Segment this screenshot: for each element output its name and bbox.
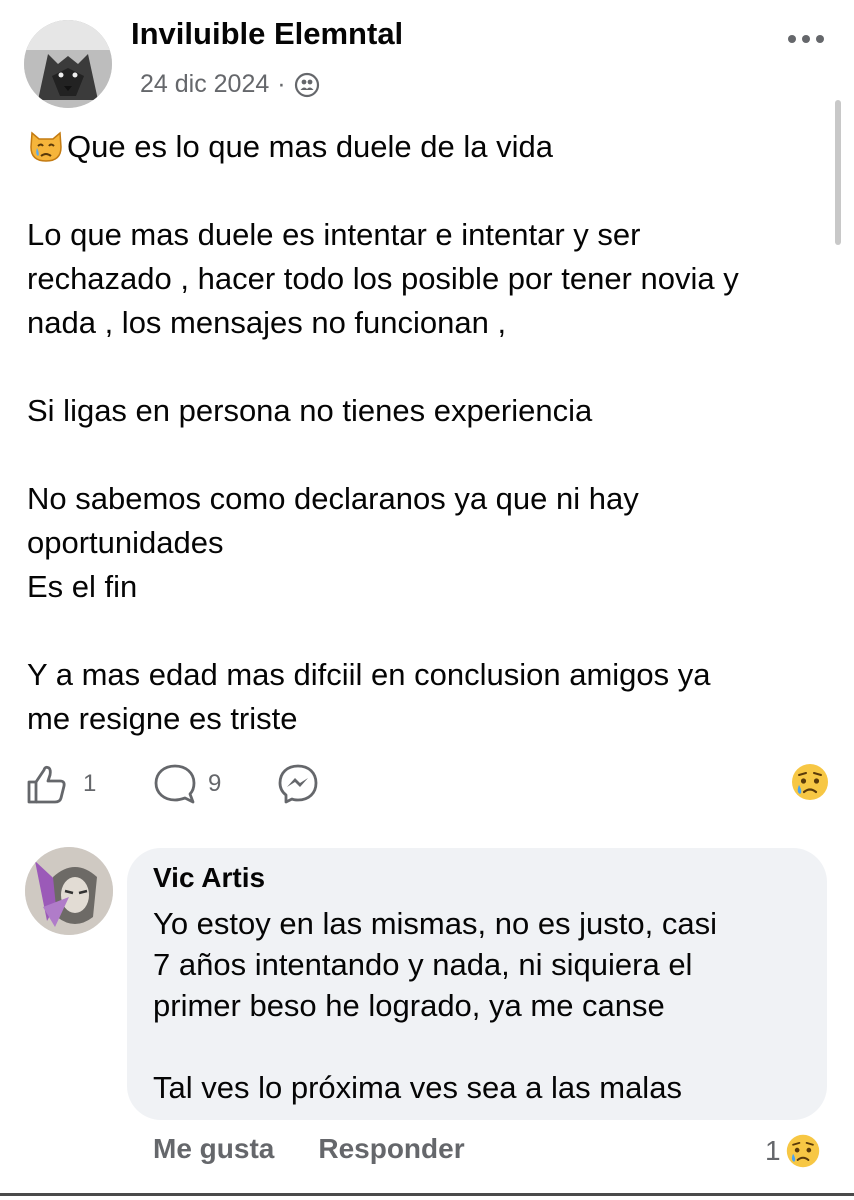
commenter-avatar[interactable] bbox=[25, 847, 113, 935]
comment-bubble-icon bbox=[154, 764, 196, 804]
post-author-name[interactable]: Inviluible Elemntal bbox=[131, 16, 403, 52]
post-body: Que es lo que mas duele de la vida Lo qu… bbox=[27, 125, 827, 741]
sad-face-reaction-icon[interactable] bbox=[790, 762, 830, 802]
comment-actions: Me gusta Responder bbox=[153, 1133, 465, 1165]
comment-author-name[interactable]: Vic Artis bbox=[153, 862, 265, 894]
post-meta: 24 dic 2024 · bbox=[140, 70, 320, 99]
comment-like-button[interactable]: Me gusta bbox=[153, 1133, 274, 1165]
messenger-icon bbox=[278, 764, 318, 804]
comment-reaction-count: 1 bbox=[765, 1135, 781, 1166]
art-avatar-image bbox=[25, 847, 113, 935]
comment-text: Yo estoy en las mismas, no es justo, cas… bbox=[153, 906, 718, 1105]
crying-cat-face-icon bbox=[30, 131, 62, 162]
scrollbar[interactable] bbox=[835, 100, 841, 245]
thumbs-up-icon bbox=[27, 765, 66, 804]
dot-icon bbox=[802, 35, 810, 43]
like-count: 1 bbox=[83, 770, 97, 797]
sad-face-reaction-icon bbox=[786, 1134, 819, 1168]
meta-separator: · bbox=[277, 70, 286, 98]
divider bbox=[0, 1193, 854, 1196]
comment-button[interactable]: 9 bbox=[152, 762, 221, 806]
more-options-button[interactable] bbox=[788, 28, 834, 50]
comment-count: 9 bbox=[208, 770, 222, 797]
like-button[interactable]: 1 bbox=[25, 762, 96, 806]
post-date[interactable]: 24 dic 2024 bbox=[140, 70, 269, 99]
wolf-avatar-image bbox=[24, 20, 112, 108]
comment-bubble: Vic Artis Yo estoy en las mismas, no es … bbox=[127, 848, 827, 1120]
send-messenger-button[interactable] bbox=[276, 762, 320, 806]
dot-icon bbox=[816, 35, 824, 43]
post-text: Que es lo que mas duele de la vida Lo qu… bbox=[27, 129, 739, 736]
dot-icon bbox=[788, 35, 796, 43]
friends-icon bbox=[294, 72, 319, 97]
author-avatar[interactable] bbox=[24, 20, 112, 108]
comment-reply-button[interactable]: Responder bbox=[318, 1133, 464, 1165]
comment-reactions[interactable]: 1 bbox=[765, 1133, 821, 1169]
